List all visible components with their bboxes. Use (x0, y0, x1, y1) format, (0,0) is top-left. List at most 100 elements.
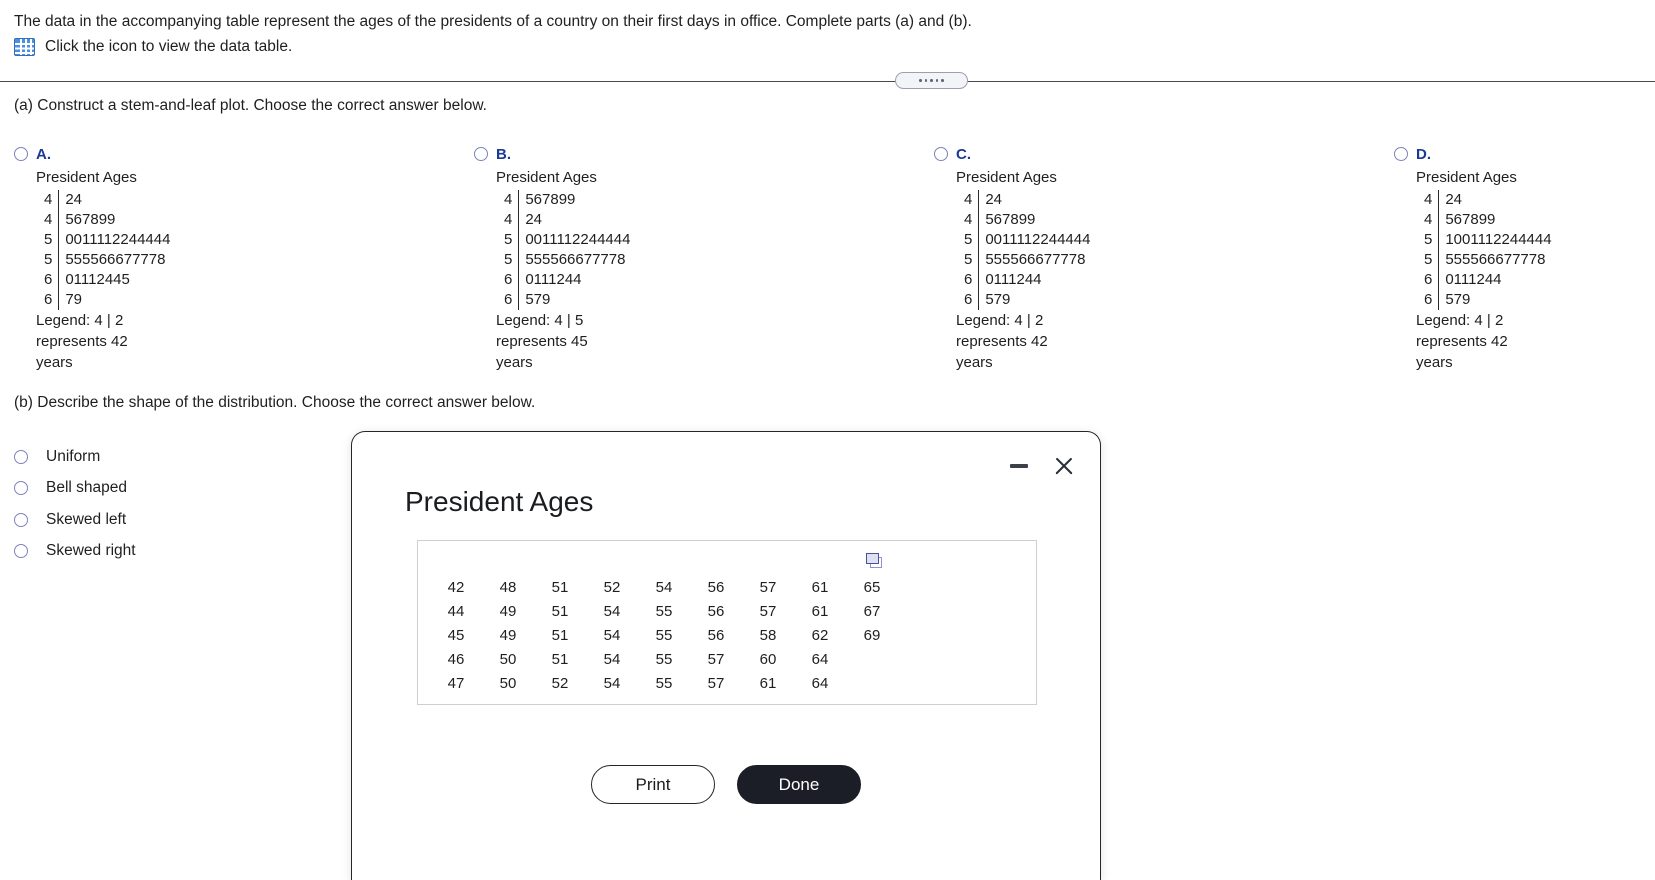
stem-rows: 4 567899 4 24 5 0011112244444 5 555566677778 6 01… (496, 190, 630, 310)
stem-value: 5 (1416, 230, 1440, 250)
plot-legend-line: represents 42 (956, 333, 1048, 350)
radio-button[interactable] (14, 544, 28, 559)
table-cell: 54 (603, 626, 621, 644)
leaf-values: 0111244 (1445, 271, 1502, 288)
shape-option-skewed-right[interactable]: Skewed right (14, 536, 136, 568)
plot-title: President Ages (36, 169, 137, 186)
shape-option-label: Skewed right (46, 542, 136, 560)
handle-dot (930, 79, 933, 82)
table-cell: 56 (707, 602, 725, 620)
table-cell: 64 (811, 674, 829, 692)
part-a-label: (a) Construct a stem-and-leaf plot. Choo… (14, 97, 487, 114)
handle-dot (941, 79, 944, 82)
radio-button[interactable] (1394, 147, 1408, 161)
table-cell: 51 (551, 578, 569, 596)
table-cell: 54 (655, 578, 673, 596)
copy-icon[interactable] (866, 553, 883, 568)
table-cell: 57 (759, 602, 777, 620)
plot-title: President Ages (496, 169, 597, 186)
stem-value: 4 (1416, 190, 1440, 210)
radio-button[interactable] (14, 481, 28, 496)
leaf-values: 01112445 (65, 271, 130, 288)
stem-row: 5 555566677778 (36, 250, 170, 270)
part-a-choice-group: A. President Ages 4 24 4 567899 5 0011112244444… (0, 143, 1655, 383)
plot-legend-line: years (1416, 354, 1453, 371)
section-divider (0, 81, 1655, 82)
stem-row: 5 555566677778 (956, 250, 1090, 270)
choice-b[interactable]: B. President Ages 4 567899 4 24 5 0011112244444… (474, 143, 874, 373)
leaf-values: 24 (65, 191, 83, 208)
stem-value: 4 (496, 210, 520, 230)
shape-option-uniform[interactable]: Uniform (14, 441, 136, 473)
radio-button[interactable] (14, 512, 28, 527)
stem-and-leaf-plot: President Ages 4 24 4 567899 5 0011112244444 5 5… (14, 168, 414, 373)
leaf-values: 24 (1445, 191, 1463, 208)
stem-row: 4 24 (1416, 190, 1552, 210)
leaf-values: 24 (525, 211, 543, 228)
stem-value: 4 (1416, 210, 1440, 230)
table-cell: 51 (551, 650, 569, 668)
choice-letter: D. (1416, 145, 1431, 163)
table-row: 42 48 51 52 54 56 57 61 65 (430, 575, 898, 599)
table-cell: 61 (811, 578, 829, 596)
stem-row: 5 555566677778 (1416, 250, 1552, 270)
table-cell: 55 (655, 626, 673, 644)
minimize-icon[interactable] (1008, 455, 1030, 477)
data-table-link[interactable]: Click the icon to view the data table. (14, 38, 292, 56)
close-icon[interactable] (1052, 454, 1076, 478)
choice-header[interactable]: B. (474, 143, 874, 165)
handle-dot (919, 79, 922, 82)
table-cell: 62 (811, 626, 829, 644)
handle-dot (924, 79, 928, 82)
table-cell: 58 (759, 626, 777, 644)
choice-a[interactable]: A. President Ages 4 24 4 567899 5 0011112244444… (14, 143, 414, 373)
table-cell: 56 (707, 578, 725, 596)
done-button[interactable]: Done (737, 765, 861, 804)
radio-button[interactable] (14, 449, 28, 464)
data-panel: 42 48 51 52 54 56 57 61 65 44 49 51 54 55 56 57 61 67 45 49… (417, 540, 1037, 705)
print-button[interactable]: Print (591, 765, 715, 804)
table-cell: 55 (655, 602, 673, 620)
plot-legend-line: represents 42 (1416, 333, 1508, 350)
plot-legend-line: years (956, 354, 993, 371)
plot-title: President Ages (956, 169, 1057, 186)
shape-option-label: Bell shaped (46, 479, 128, 497)
stem-and-leaf-plot: President Ages 4 24 4 567899 5 1001112244444 5 5… (1394, 168, 1655, 373)
radio-button[interactable] (934, 147, 948, 161)
table-cell: 47 (447, 674, 465, 692)
stem-value: 5 (36, 250, 60, 270)
data-table-link-label: Click the icon to view the data table. (45, 38, 293, 55)
table-cell: 44 (447, 602, 465, 620)
table-grid-icon[interactable] (14, 38, 35, 56)
table-cell: 45 (447, 626, 465, 644)
choice-letter: A. (36, 145, 51, 163)
stem-value: 5 (36, 230, 60, 250)
divider-handle[interactable] (895, 72, 968, 89)
part-b-label: (b) Describe the shape of the distributi… (14, 394, 536, 411)
choice-header[interactable]: A. (14, 143, 414, 165)
stem-row: 5 0011112244444 (36, 230, 170, 250)
choice-d[interactable]: D. President Ages 4 24 4 567899 5 1001112244444… (1394, 143, 1655, 373)
stem-row: 5 1001112244444 (1416, 230, 1552, 250)
choice-c[interactable]: C. President Ages 4 24 4 567899 5 0011112244444… (934, 143, 1334, 373)
choice-header[interactable]: C. (934, 143, 1334, 165)
stem-row: 4 567899 (496, 190, 630, 210)
table-cell: 50 (499, 650, 517, 668)
table-cell (846, 647, 898, 671)
table-cell: 57 (707, 650, 725, 668)
choice-header[interactable]: D. (1394, 143, 1655, 165)
shape-option-skewed-left[interactable]: Skewed left (14, 504, 136, 536)
stem-value: 4 (956, 190, 980, 210)
shape-option-bell-shaped[interactable]: Bell shaped (14, 473, 136, 505)
exercise-page: The data in the accompanying table repre… (0, 0, 1655, 880)
table-cell: 55 (655, 650, 673, 668)
stem-rows: 4 24 4 567899 5 0011112244444 5 555566677778 6 01… (956, 190, 1090, 310)
table-cell: 46 (447, 650, 465, 668)
radio-button[interactable] (14, 147, 28, 161)
table-cell: 56 (707, 626, 725, 644)
radio-button[interactable] (474, 147, 488, 161)
plot-legend-line: years (36, 354, 73, 371)
plot-legend-line: years (496, 354, 533, 371)
table-cell: 42 (447, 578, 465, 596)
table-cell: 49 (499, 602, 517, 620)
